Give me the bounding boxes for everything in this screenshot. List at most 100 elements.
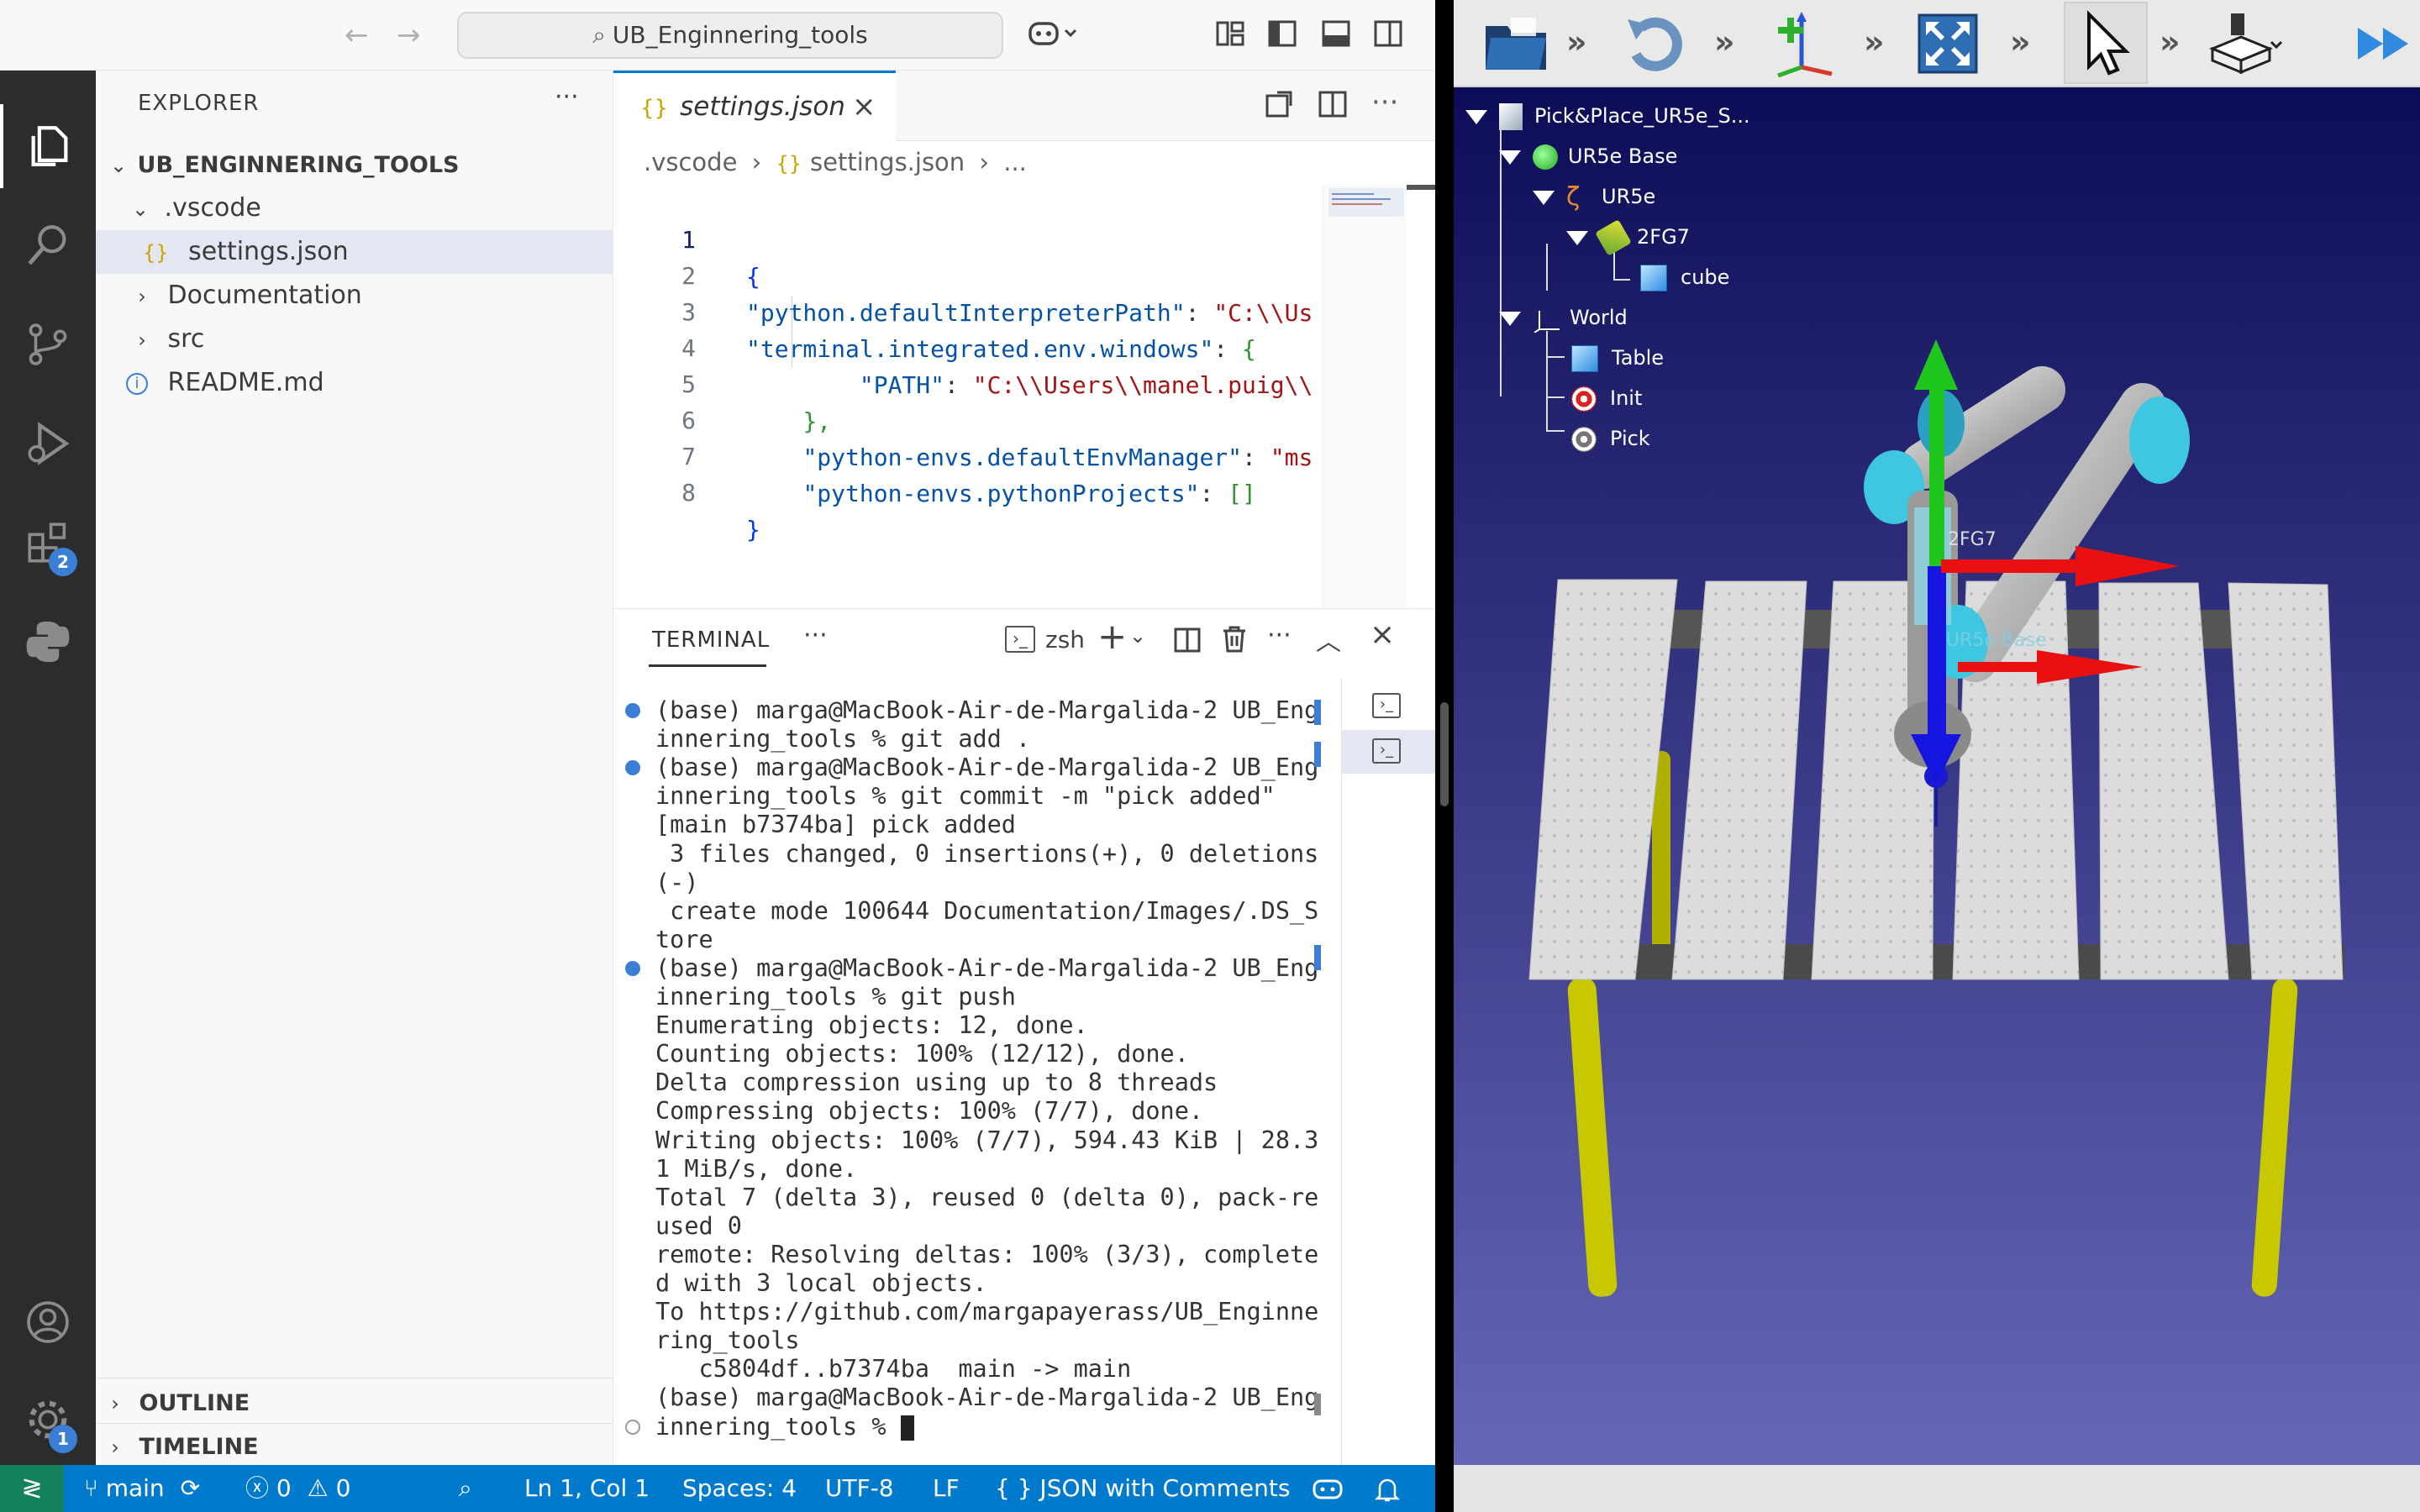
copilot-icon[interactable] xyxy=(1027,17,1079,58)
outline-section-header[interactable]: › OUTLINE xyxy=(96,1381,613,1425)
tree-node-ur5e-base[interactable]: UR5e Base xyxy=(1499,136,1677,176)
tab-terminal[interactable]: TERMINAL xyxy=(652,627,770,653)
toolbar-overflow-icon[interactable]: » xyxy=(2160,24,2181,60)
open-settings-ui-icon[interactable] xyxy=(1264,89,1294,127)
problems-indicator[interactable]: ⓧ 0 ⚠ 0 xyxy=(245,1465,351,1512)
new-terminal-icon[interactable]: + xyxy=(1097,616,1127,657)
toolbar-overflow-icon[interactable]: » xyxy=(1864,24,1885,60)
indentation-setting[interactable]: Spaces: 4 xyxy=(682,1465,797,1512)
maximize-panel-icon[interactable]: ︿ xyxy=(1316,621,1341,658)
back-arrow-icon[interactable]: ← xyxy=(345,18,369,52)
split-terminal-icon[interactable] xyxy=(1173,626,1202,658)
command-center-search[interactable]: ⌕ UB_Enginnering_tools xyxy=(457,12,1003,59)
tree-node-pick[interactable]: Pick xyxy=(1571,418,1650,459)
editor-more-actions-icon[interactable]: ··· xyxy=(1371,86,1398,119)
tab-settings-json[interactable]: {} settings.json × xyxy=(613,71,896,141)
terminal-instance[interactable]: ›_ xyxy=(1342,686,1435,728)
add-frame-icon[interactable] xyxy=(1761,8,1845,79)
search-activity-icon[interactable] xyxy=(0,203,96,287)
encoding-setting[interactable]: UTF-8 xyxy=(825,1465,894,1512)
play-forward-icon[interactable] xyxy=(2344,8,2420,79)
3d-viewport[interactable]: 2FG7 UR5e Base Pick&Place_UR5e_S... UR5e… xyxy=(1454,87,2420,1465)
manage-gear-icon[interactable]: 1 xyxy=(0,1378,96,1462)
terminal-line-text: [main b7374ba] pick added xyxy=(655,811,1016,839)
remote-indicator-icon[interactable]: ≷ xyxy=(0,1465,64,1512)
select-pointer-icon[interactable] xyxy=(2064,2,2148,84)
close-icon[interactable]: × xyxy=(852,73,876,140)
cursor-position[interactable]: Ln 1, Col 1 xyxy=(524,1465,650,1512)
open-scene-folder-icon[interactable] xyxy=(1474,8,1558,79)
tree-node-cube[interactable]: cube xyxy=(1640,257,1729,297)
zoom-icon[interactable]: ⌕ xyxy=(459,1465,472,1512)
toggle-secondary-sidebar-icon[interactable] xyxy=(1373,18,1403,56)
terminal-shell-name[interactable]: zsh xyxy=(1045,626,1085,654)
breadcrumb-item[interactable]: .vscode xyxy=(644,148,737,176)
command-success-dot-icon[interactable] xyxy=(625,760,640,776)
python-activity-icon[interactable] xyxy=(0,600,96,684)
terminal-line: Counting objects: 100% (12/12), done. xyxy=(655,1040,1189,1068)
command-status-empty-icon[interactable] xyxy=(625,1419,640,1435)
tree-item-documentation[interactable]: › Documentation xyxy=(96,274,613,318)
language-mode[interactable]: { } JSON with Comments xyxy=(995,1465,1290,1512)
source-control-activity-icon[interactable] xyxy=(0,302,96,386)
tree-item-settings-json[interactable]: {} settings.json xyxy=(96,230,613,274)
fit-view-icon[interactable] xyxy=(1906,8,1990,79)
code-area[interactable]: 1 { 2 "python.defaultInterpreterPath": "… xyxy=(613,185,1319,608)
eol-setting[interactable]: LF xyxy=(933,1465,960,1512)
notifications-bell-icon[interactable] xyxy=(1374,1465,1401,1512)
trash-icon[interactable] xyxy=(1220,624,1249,658)
terminal-output[interactable]: (base) marga@MacBook-Air-de-Margalida-2 … xyxy=(613,693,1344,1449)
tree-node-init[interactable]: Init xyxy=(1571,378,1642,418)
toolbar-overflow-icon[interactable]: » xyxy=(1714,24,1735,60)
split-editor-icon[interactable] xyxy=(1318,89,1348,127)
tree-item-src[interactable]: › src xyxy=(96,318,613,361)
chevron-down-icon[interactable]: ⌄ xyxy=(1129,624,1146,648)
branch-indicator[interactable]: ⑂ main ⟳ xyxy=(84,1465,200,1512)
expand-triangle-icon xyxy=(1465,109,1487,124)
json-separator: : xyxy=(1213,335,1243,363)
workspace-root-row[interactable]: ⌄ UB_ENGINNERING_TOOLS xyxy=(96,143,613,186)
divider-handle[interactable] xyxy=(1440,702,1449,806)
toggle-panel-icon[interactable] xyxy=(1321,18,1351,56)
command-success-dot-icon[interactable] xyxy=(625,703,640,718)
copilot-status-icon[interactable] xyxy=(1311,1465,1344,1512)
tree-item-vscode[interactable]: ⌄ .vscode xyxy=(96,186,613,230)
tool-selector-icon[interactable] xyxy=(2203,8,2287,79)
tree-node-2fg7[interactable]: 2FG7 xyxy=(1566,217,1690,257)
terminal-line: c5804df..b7374ba main -> main xyxy=(655,1355,1131,1383)
tree-node-scene[interactable]: Pick&Place_UR5e_S... xyxy=(1465,96,1750,136)
close-panel-icon[interactable]: × xyxy=(1370,617,1395,652)
breadcrumb-item[interactable]: ... xyxy=(1003,148,1027,176)
chevron-right-icon: › xyxy=(138,285,146,308)
command-success-dot-icon[interactable] xyxy=(625,960,640,976)
code-text: }, xyxy=(802,407,832,435)
overview-ruler-cursor xyxy=(1407,185,1435,190)
tree-node-world[interactable]: World xyxy=(1499,297,1628,338)
timeline-section-header[interactable]: › TIMELINE xyxy=(96,1425,613,1468)
breadcrumb-item[interactable]: settings.json xyxy=(810,148,965,176)
terminal-line: Total 7 (delta 3), reused 0 (delta 0), p… xyxy=(655,1184,1318,1212)
toolbar-overflow-icon[interactable]: » xyxy=(2010,24,2031,60)
customize-layout-icon[interactable] xyxy=(1215,18,1245,56)
code-line: 3 "terminal.integrated.env.windows": { xyxy=(613,257,1256,363)
toolbar-overflow-icon[interactable]: » xyxy=(1566,24,1587,60)
toggle-primary-sidebar-icon[interactable] xyxy=(1267,18,1297,56)
tree-node-ur5e[interactable]: ζ UR5e xyxy=(1533,176,1655,217)
simulator-toolbar: » » » » » xyxy=(1454,0,2420,87)
terminal-instance-active[interactable]: ›_ xyxy=(1342,730,1435,774)
panel-more-actions[interactable]: ··· xyxy=(803,621,828,650)
tree-node-table[interactable]: Table xyxy=(1571,338,1664,378)
extensions-activity-icon[interactable]: 2 xyxy=(0,501,96,585)
panel-more-icon[interactable]: ··· xyxy=(1267,621,1292,650)
accounts-activity-icon[interactable] xyxy=(0,1280,96,1364)
run-debug-activity-icon[interactable] xyxy=(0,402,96,486)
explorer-activity-icon[interactable] xyxy=(0,104,96,188)
minimap[interactable] xyxy=(1323,185,1407,608)
explorer-more-actions[interactable]: ··· xyxy=(555,82,579,112)
tree-item-readme[interactable]: i README.md xyxy=(96,361,613,405)
window-divider[interactable] xyxy=(1435,0,1454,1512)
undo-icon[interactable] xyxy=(1613,8,1697,79)
forward-arrow-icon[interactable]: → xyxy=(397,18,421,52)
terminal-line-text: innering_tools % git add . xyxy=(655,725,1031,753)
json-separator: : xyxy=(1242,444,1270,471)
